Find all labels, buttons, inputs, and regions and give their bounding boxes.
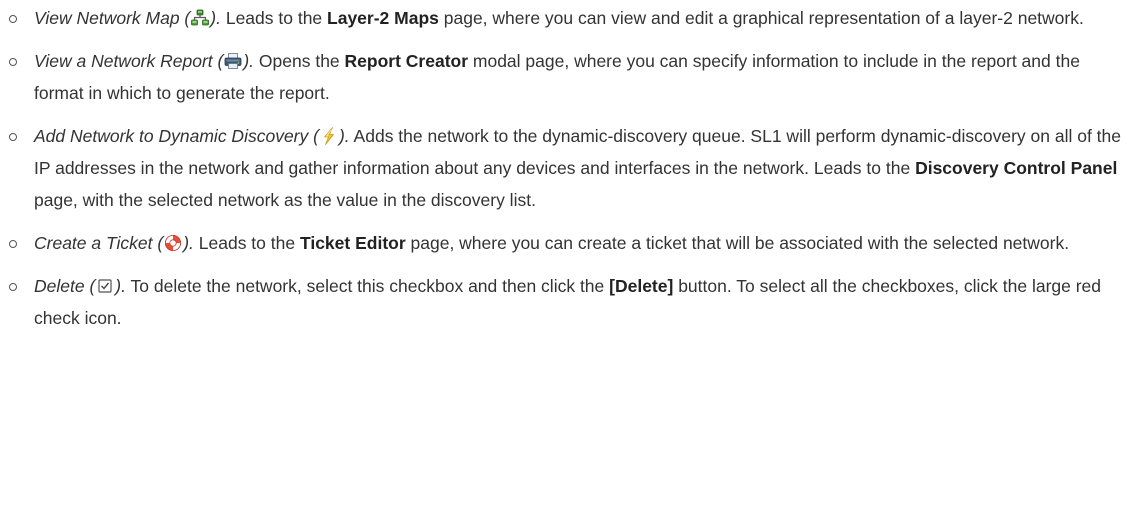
item-term-close: ). <box>243 51 255 71</box>
item-text: To delete the network, select this check… <box>125 276 610 296</box>
list-item-create-ticket: Create a Ticket (). Leads to the Ticket … <box>9 227 1134 259</box>
document-page: View Network Map (). Leads to the Layer-… <box>0 2 1142 519</box>
bullet <box>9 58 17 66</box>
item-term-close: ). <box>115 276 126 296</box>
item-term: View Network Map ( <box>34 8 191 28</box>
item-text: Leads to the <box>193 233 300 253</box>
item-term: Create a Ticket ( <box>34 233 164 253</box>
item-text: page, where you can create a ticket that… <box>405 233 1070 253</box>
action-icon-list: View Network Map (). Leads to the Layer-… <box>0 2 1134 334</box>
network-map-icon <box>191 9 210 27</box>
item-text: page, with the selected network as the v… <box>34 190 536 210</box>
item-button-name: [Delete] <box>609 276 674 296</box>
item-page-name: Discovery Control Panel <box>915 158 1118 178</box>
life-ring-icon <box>164 234 182 252</box>
item-term: Add Network to Dynamic Discovery ( <box>34 126 319 146</box>
item-term: View a Network Report ( <box>34 51 224 71</box>
bullet <box>9 240 17 248</box>
item-page-name: Layer-2 Maps <box>327 8 439 28</box>
item-text: page, where you can view and edit a grap… <box>438 8 1084 28</box>
list-item-view-network-report: View a Network Report (). Opens the Repo… <box>9 45 1134 109</box>
list-item-delete: Delete (). To delete the network, select… <box>9 270 1134 334</box>
list-item-add-dynamic-discovery: Add Network to Dynamic Discovery (). Add… <box>9 120 1134 216</box>
item-term-close: ). <box>183 233 194 253</box>
item-term-close: ). <box>210 8 221 28</box>
item-term-close: ). <box>338 126 350 146</box>
lightning-bolt-icon <box>320 127 338 145</box>
bullet <box>9 133 17 141</box>
item-page-name: Report Creator <box>344 51 469 71</box>
bullet <box>9 283 17 291</box>
list-item-view-network-map: View Network Map (). Leads to the Layer-… <box>9 2 1134 34</box>
printer-icon <box>224 52 242 70</box>
item-term: Delete ( <box>34 276 96 296</box>
item-text: Opens the <box>254 51 345 71</box>
checkbox-icon <box>96 277 114 295</box>
bullet <box>9 15 17 23</box>
item-text: Leads to the <box>220 8 328 28</box>
item-page-name: Ticket Editor <box>299 233 406 253</box>
